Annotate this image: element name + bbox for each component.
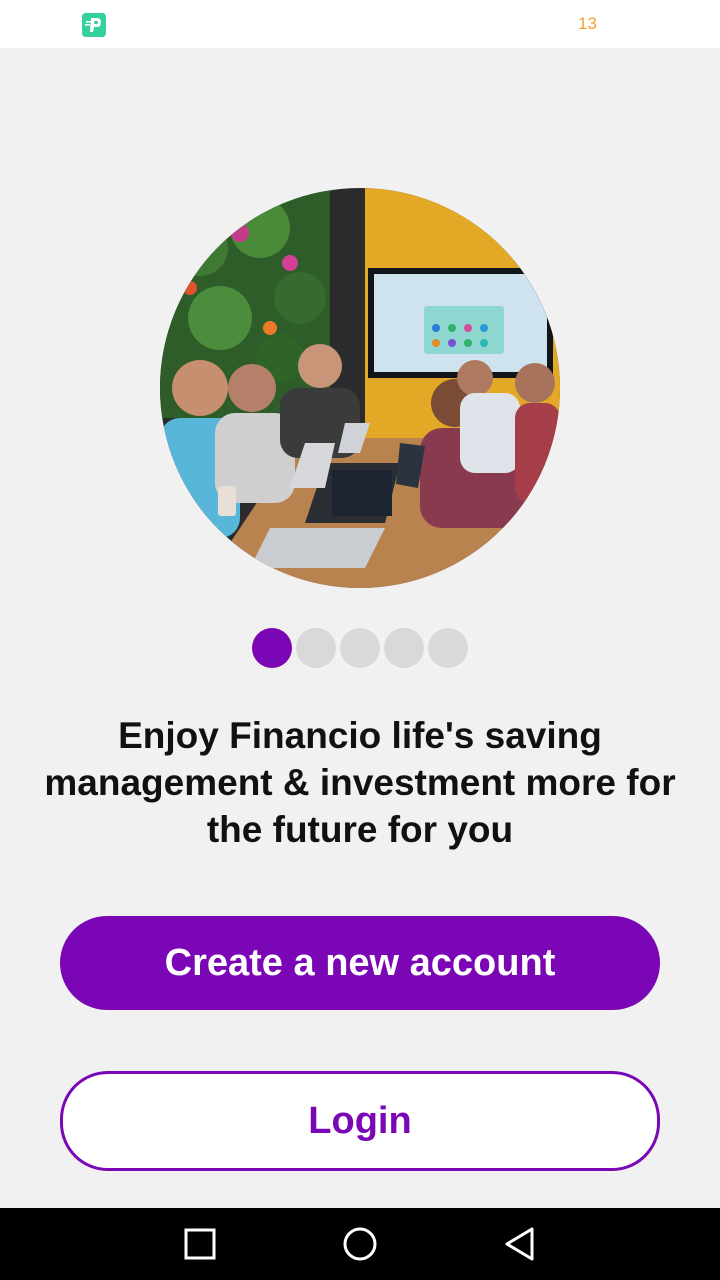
home-circle-icon[interactable] xyxy=(342,1226,378,1262)
back-triangle-icon[interactable] xyxy=(502,1226,538,1262)
create-account-button[interactable]: Create a new account xyxy=(60,916,660,1010)
recents-square-icon[interactable] xyxy=(182,1226,218,1262)
status-time: 13 xyxy=(578,14,597,33)
app-notification-icon xyxy=(82,13,106,37)
status-bar: 13 xyxy=(0,0,720,48)
page-dot-3[interactable] xyxy=(340,628,380,668)
page-indicator xyxy=(252,628,468,668)
navigation-bar xyxy=(0,1208,720,1280)
onboarding-tagline: Enjoy Financio life's saving management … xyxy=(44,715,676,850)
page-dot-4[interactable] xyxy=(384,628,424,668)
hero-image xyxy=(160,188,560,588)
page-dot-5[interactable] xyxy=(428,628,468,668)
login-button[interactable]: Login xyxy=(60,1071,660,1171)
page-dot-1[interactable] xyxy=(252,628,292,668)
page-dot-2[interactable] xyxy=(296,628,336,668)
